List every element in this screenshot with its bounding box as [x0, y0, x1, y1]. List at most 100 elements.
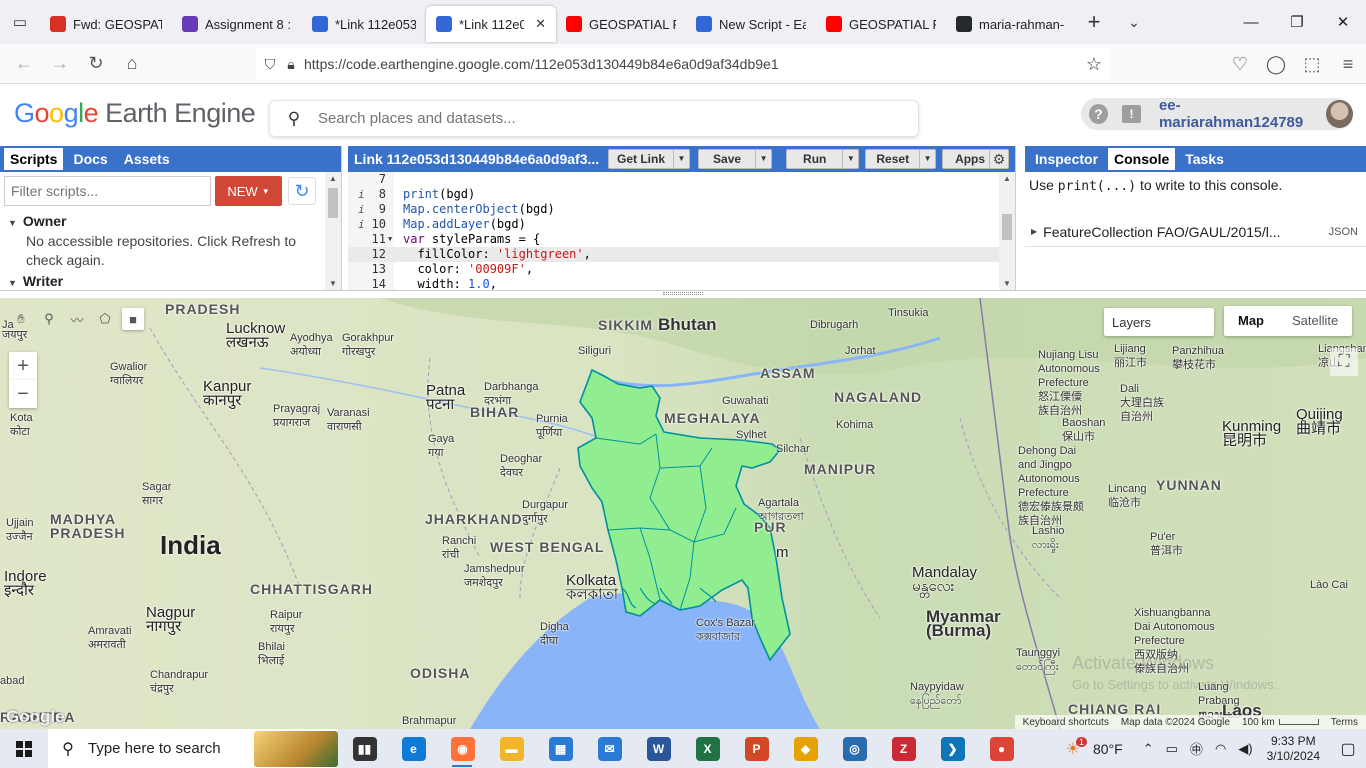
zoom-in-button[interactable]: +	[9, 352, 37, 380]
get-link-button[interactable]: Get Link ▼	[608, 149, 691, 169]
account-icon[interactable]: ◯	[1258, 48, 1294, 80]
map-type-map[interactable]: Map	[1224, 306, 1278, 336]
code-line[interactable]: 14 width: 1.0,	[348, 277, 1000, 290]
map-type-satellite[interactable]: Satellite	[1278, 306, 1352, 336]
restore-icon[interactable]: ❐	[1274, 0, 1320, 44]
gear-icon[interactable]: ⚙	[989, 149, 1009, 169]
chevron-up-icon[interactable]: ⌃	[1143, 741, 1154, 757]
language-icon[interactable]: ㊥	[1190, 739, 1203, 758]
wifi-icon[interactable]: ◠	[1215, 741, 1226, 757]
shield-icon[interactable]: ⛉	[256, 56, 284, 73]
browser-tab[interactable]: GEOSPATIAL PRO	[556, 6, 686, 42]
taskbar-app[interactable]: ❯	[928, 729, 977, 768]
tab-inspector[interactable]: Inspector	[1029, 148, 1104, 170]
taskbar-app[interactable]: ◎	[830, 729, 879, 768]
layers-button[interactable]: Layers	[1104, 308, 1214, 336]
home-icon[interactable]: ⌂	[114, 48, 150, 80]
fullscreen-icon[interactable]: ⛶	[1330, 348, 1358, 376]
tab-list-menu-icon[interactable]: ▭	[0, 0, 40, 44]
browser-tab[interactable]: Assignment 8 : G	[172, 6, 302, 42]
browser-tab[interactable]: GEOSPATIAL PRO	[816, 6, 946, 42]
taskbar-app[interactable]: ▦	[536, 729, 585, 768]
taskbar-app[interactable]: ✉	[585, 729, 634, 768]
tab-docs[interactable]: Docs	[67, 148, 113, 170]
writer-section[interactable]: ▼ Writer	[8, 273, 333, 289]
taskbar-app[interactable]: ◉	[438, 729, 487, 768]
draw-rectangle-icon[interactable]: ■	[122, 308, 144, 330]
browser-tab[interactable]: *Link 112e053d13	[302, 6, 426, 42]
browser-tab[interactable]: New Script - Eart	[686, 6, 816, 42]
back-icon[interactable]: ←	[6, 48, 42, 80]
clock[interactable]: 9:33 PM 3/10/2024	[1267, 734, 1320, 764]
tab-console[interactable]: Console	[1108, 148, 1176, 170]
reset-button[interactable]: Reset ▼	[865, 149, 937, 169]
taskbar-app[interactable]: X	[683, 729, 732, 768]
hamburger-menu-icon[interactable]: ≡	[1330, 48, 1366, 80]
tab-tasks[interactable]: Tasks	[1179, 148, 1230, 170]
url-bar[interactable]: ⛉ 🔒︎ https://code.earthengine.google.com…	[256, 48, 1110, 80]
minimize-icon[interactable]: —	[1228, 0, 1274, 44]
volume-icon[interactable]: ◀︎)	[1238, 741, 1252, 757]
browser-tab[interactable]: Fwd: GEOSPATIAL	[40, 6, 172, 42]
console-output-item[interactable]: ▶ FeatureCollection FAO/GAUL/2015/l... J…	[1025, 217, 1366, 247]
owner-section[interactable]: ▼ Owner	[8, 213, 333, 229]
search-input[interactable]	[318, 110, 898, 127]
forward-icon[interactable]: →	[42, 48, 78, 80]
taskbar-app[interactable]: Z	[879, 729, 928, 768]
feedback-icon[interactable]: !	[1121, 105, 1141, 123]
scale-control[interactable]: 100 km	[1242, 717, 1319, 728]
code-line[interactable]: i 9 Map.centerObject(bgd)	[348, 202, 1000, 217]
reload-icon[interactable]: ↻	[78, 48, 114, 80]
zoom-out-button[interactable]: −	[9, 380, 37, 408]
code-line[interactable]: i 8 print(bgd)	[348, 187, 1000, 202]
new-button[interactable]: NEW ▼	[215, 176, 282, 206]
code-line[interactable]: 7	[348, 172, 1000, 187]
tab-scripts[interactable]: Scripts	[4, 148, 64, 170]
avatar[interactable]	[1326, 100, 1353, 128]
extensions-icon[interactable]: ⬚	[1294, 48, 1330, 80]
code-line[interactable]: 13 color: '00909F',	[348, 262, 1000, 277]
draw-polygon-icon[interactable]: ⬠	[94, 308, 116, 330]
chevron-down-icon[interactable]: ▼	[842, 150, 858, 168]
terms-link[interactable]: Terms	[1331, 717, 1358, 728]
meet-now-icon[interactable]: ▭	[1166, 741, 1178, 757]
code-line[interactable]: i 10 Map.addLayer(bgd)	[348, 217, 1000, 232]
taskbar-search[interactable]: ⚲ Type here to search	[48, 729, 338, 768]
search-box[interactable]: ⚲	[269, 100, 919, 137]
bookmark-star-icon[interactable]: ☆	[1086, 54, 1102, 75]
help-icon[interactable]: ?	[1089, 104, 1108, 124]
taskbar-app[interactable]: P	[732, 729, 781, 768]
refresh-icon[interactable]: ↻	[288, 177, 316, 205]
earth-engine-logo[interactable]: Google Earth Engine	[14, 98, 256, 129]
caret-right-icon[interactable]: ▶	[1031, 227, 1037, 236]
pan-hand-icon[interactable]: ✋︎	[10, 308, 32, 330]
start-button[interactable]	[0, 729, 48, 768]
chevron-down-icon[interactable]: ▼	[673, 150, 689, 168]
taskbar-app[interactable]: ◆	[781, 729, 830, 768]
project-name[interactable]: ee-mariarahman124789	[1159, 97, 1316, 131]
chevron-down-icon[interactable]: ▼	[755, 150, 771, 168]
close-tab-icon[interactable]: ✕	[535, 16, 546, 32]
chevron-down-icon[interactable]: ▼	[919, 150, 935, 168]
fold-arrow-icon[interactable]: ▼	[388, 232, 392, 247]
code-area[interactable]: 7 i 8 print(bgd) i 9 Map.centerObject(bgd) i 10 M…	[348, 172, 1000, 290]
close-window-icon[interactable]: ✕	[1320, 0, 1366, 44]
draw-line-icon[interactable]: 〰	[66, 308, 88, 330]
script-title[interactable]: Link 112e053d130449b84e6a0d9af3...	[354, 151, 602, 167]
tab-assets[interactable]: Assets	[118, 148, 176, 170]
url-text[interactable]: https://code.earthengine.google.com/112e…	[304, 56, 779, 72]
pocket-icon[interactable]: ♡	[1222, 48, 1258, 80]
browser-tab[interactable]: *Link 112e053 ✕	[426, 6, 556, 42]
save-button[interactable]: Save ▼	[698, 149, 773, 169]
keyboard-shortcuts-link[interactable]: Keyboard shortcuts	[1023, 717, 1109, 728]
editor-scrollbar[interactable]: ▲ ▼	[999, 172, 1015, 290]
scripts-scrollbar[interactable]: ▲ ▼	[325, 172, 341, 290]
map-view[interactable]: PRADESH SIKKIM Bhutan Dibrugarh Tinsukia Luck…	[0, 298, 1366, 729]
panel-splitter[interactable]	[0, 290, 1366, 298]
taskbar-app[interactable]: ▬	[487, 729, 536, 768]
weather-widget[interactable]: ☀ 1 80°F	[1066, 736, 1123, 759]
run-button[interactable]: Run ▼	[786, 149, 860, 169]
lock-icon[interactable]: 🔒︎	[284, 56, 298, 73]
code-line[interactable]: 12 fillColor: 'lightgreen',	[348, 247, 1000, 262]
json-link[interactable]: JSON	[1329, 226, 1358, 238]
